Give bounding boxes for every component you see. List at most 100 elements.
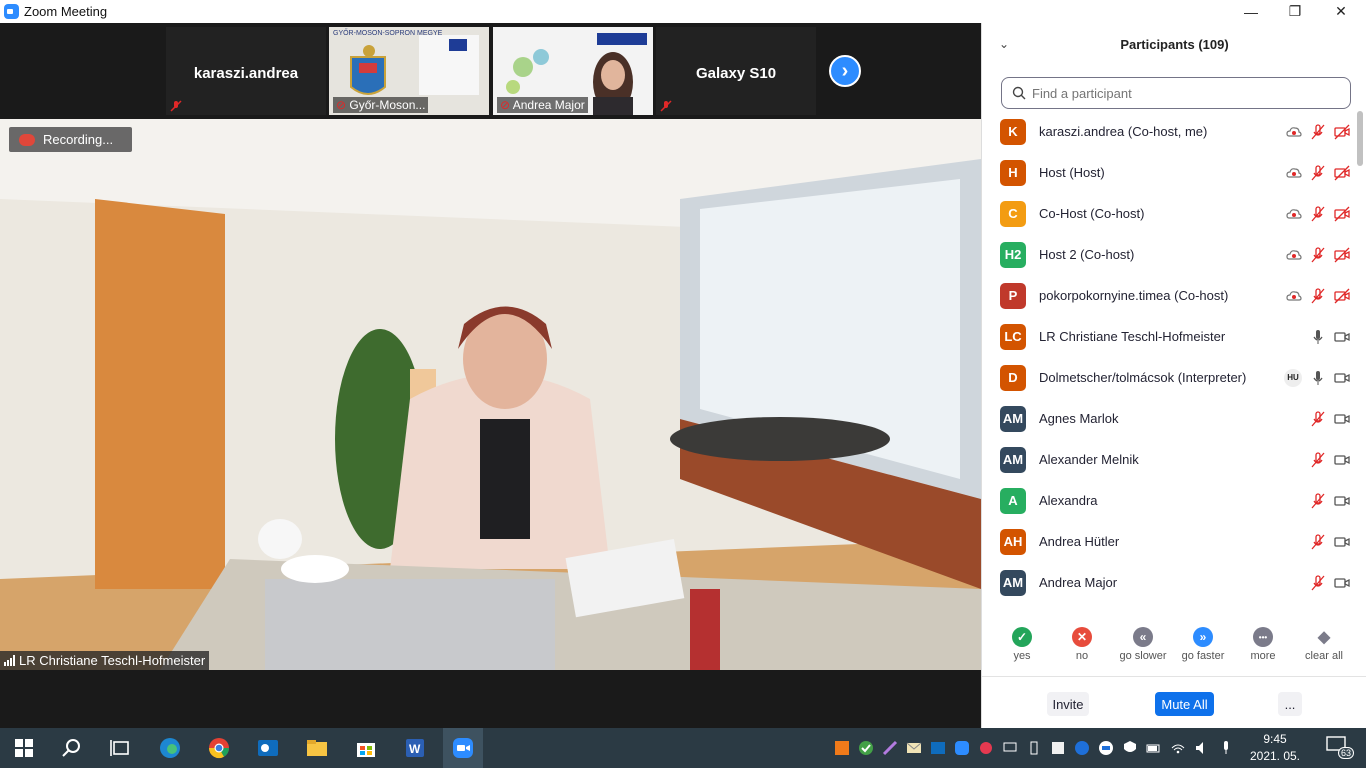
participant-row[interactable]: LC LR Christiane Teschl-Hofmeister	[982, 316, 1354, 357]
minimize-button[interactable]: —	[1228, 0, 1274, 23]
speaker-name-label: LR Christiane Teschl-Hofmeister	[0, 651, 210, 670]
avatar: AM	[1000, 446, 1026, 473]
video-tile-andrea-major[interactable]: ⊘ Andrea Major	[493, 27, 653, 115]
window-title: Zoom Meeting	[24, 4, 108, 19]
mic-muted-icon	[1311, 287, 1325, 303]
participant-row[interactable]: AM Andrea Major	[982, 562, 1354, 603]
participant-row[interactable]: D Dolmetscher/tolmácsok (Interpreter) HU	[982, 357, 1354, 398]
bluetooth-icon[interactable]	[1074, 740, 1090, 756]
cloud-recording-icon	[1286, 126, 1302, 137]
video-off-icon	[1334, 206, 1350, 221]
word-icon[interactable]: W	[403, 736, 427, 760]
maximize-button[interactable]: ❐	[1272, 0, 1318, 23]
reaction-label: more	[1250, 650, 1276, 662]
scrollbar-thumb[interactable]	[1357, 111, 1363, 166]
participant-row[interactable]: Ppokorpokornyine.timea (Co-host)	[982, 275, 1354, 316]
participant-name: Host (Host)	[1039, 165, 1105, 180]
close-button[interactable]: ✕	[1318, 0, 1364, 23]
avatar: LC	[1000, 323, 1026, 350]
file-explorer-icon[interactable]	[305, 736, 329, 760]
windows-start-icon[interactable]	[12, 736, 36, 760]
reaction-yes[interactable]: ✓ yes	[992, 627, 1052, 662]
monitor-icon[interactable]	[1002, 740, 1018, 756]
video-off-icon	[1334, 165, 1350, 180]
participant-row[interactable]: AM Alexander Melnik	[982, 439, 1354, 480]
task-view-icon[interactable]	[108, 736, 132, 760]
participant-name: Dolmetscher/tolmácsok (Interpreter)	[1039, 370, 1247, 385]
participant-name: Host 2 (Co-host)	[1039, 247, 1135, 262]
reaction-go-faster[interactable]: » go faster	[1173, 627, 1233, 662]
video-tile-karaszi[interactable]: karaszi.andrea	[166, 27, 326, 115]
cloud-recording-icon	[1286, 208, 1302, 219]
tray-app-icon[interactable]	[1050, 740, 1066, 756]
cloud-record-icon	[19, 133, 35, 146]
panel-footer: Invite Mute All ...	[982, 676, 1366, 728]
reaction-go-slower[interactable]: « go slower	[1113, 627, 1173, 662]
system-clock[interactable]: 9:45 2021. 05. 06.	[1240, 731, 1310, 782]
search-input[interactable]	[1032, 85, 1332, 101]
volume-icon[interactable]	[1194, 740, 1210, 756]
speaker-video-image	[0, 119, 981, 670]
avatar: P	[1000, 282, 1026, 309]
participant-search[interactable]	[1001, 77, 1351, 109]
outlook-tray-icon[interactable]	[930, 740, 946, 756]
video-tile-gyor-moson[interactable]: GYŐR-MOSON-SOPRON MEGYE ⊘ Győr-Moson...	[329, 27, 489, 115]
video-thumbnail-strip: karaszi.andrea GYŐR-MOSON-SOPRON MEGYE ⊘…	[0, 23, 981, 119]
more-options-button[interactable]: ...	[1278, 692, 1302, 716]
participant-row[interactable]: A Alexandra	[982, 480, 1354, 521]
zoom-icon[interactable]	[451, 736, 475, 760]
reaction-no[interactable]: ✕ no	[1052, 627, 1112, 662]
usb-icon[interactable]	[1026, 740, 1042, 756]
next-page-arrow-icon[interactable]: ›	[829, 55, 861, 87]
tray-app-icon[interactable]	[978, 740, 994, 756]
avatar: D	[1000, 364, 1026, 391]
reaction-more[interactable]: ••• more	[1233, 627, 1293, 662]
shield-icon[interactable]	[1122, 740, 1138, 756]
notification-center[interactable]: 63	[1326, 736, 1355, 760]
language-badge: HU	[1284, 368, 1302, 387]
invite-button[interactable]: Invite	[1047, 692, 1089, 716]
participant-row[interactable]: H Host (Host)	[982, 152, 1354, 193]
microphone-icon	[1313, 370, 1323, 385]
reaction-label: yes	[1013, 650, 1031, 662]
participant-status-icons	[1274, 245, 1354, 265]
participant-status-icons	[1274, 204, 1354, 224]
avatar: AM	[1000, 569, 1026, 596]
participant-row[interactable]: AH Andrea Hütler	[982, 521, 1354, 562]
tile-name: karaszi.andrea	[193, 65, 299, 82]
chrome-icon[interactable]	[207, 736, 231, 760]
notification-count: 63	[1338, 747, 1355, 759]
mic-muted-icon	[1311, 164, 1325, 180]
svg-text:W: W	[409, 742, 421, 756]
wifi-icon[interactable]	[1170, 740, 1186, 756]
battery-icon[interactable]	[1146, 740, 1162, 756]
search-icon	[1012, 86, 1026, 100]
recording-badge[interactable]: Recording...	[9, 127, 132, 152]
mute-all-button[interactable]: Mute All	[1155, 692, 1214, 716]
microphone-icon[interactable]	[1218, 740, 1234, 756]
clear-all-icon: ◆	[1317, 629, 1331, 646]
participant-row[interactable]: H2 Host 2 (Co-host)	[982, 234, 1354, 275]
participant-status-icons	[1274, 409, 1354, 429]
outlook-icon[interactable]	[256, 736, 280, 760]
cloud-recording-icon	[1286, 290, 1302, 301]
edge-icon[interactable]	[158, 736, 182, 760]
mic-muted-icon	[170, 100, 182, 112]
participant-row[interactable]: C Co-Host (Co-host)	[982, 193, 1354, 234]
store-icon[interactable]	[354, 736, 378, 760]
reaction-clear-all[interactable]: ◆ clear all	[1294, 627, 1354, 662]
participant-name: Agnes Marlok	[1039, 411, 1119, 426]
zoom-tray-icon[interactable]	[954, 740, 970, 756]
participant-row[interactable]: Kkaraszi.andrea (Co-host, me)	[982, 111, 1354, 152]
tray-app-icon[interactable]	[834, 740, 850, 756]
mic-muted-icon	[1311, 492, 1325, 508]
vpn-icon[interactable]	[1098, 740, 1114, 756]
check-icon[interactable]	[858, 740, 874, 756]
video-tile-galaxy-s10[interactable]: Galaxy S10	[656, 27, 816, 115]
avatar: C	[1000, 200, 1026, 227]
search-icon[interactable]	[60, 736, 84, 760]
pen-icon[interactable]	[882, 740, 898, 756]
participant-row[interactable]: AM Agnes Marlok	[982, 398, 1354, 439]
mail-icon[interactable]	[906, 740, 922, 756]
participant-name: Andrea Hütler	[1039, 534, 1120, 549]
